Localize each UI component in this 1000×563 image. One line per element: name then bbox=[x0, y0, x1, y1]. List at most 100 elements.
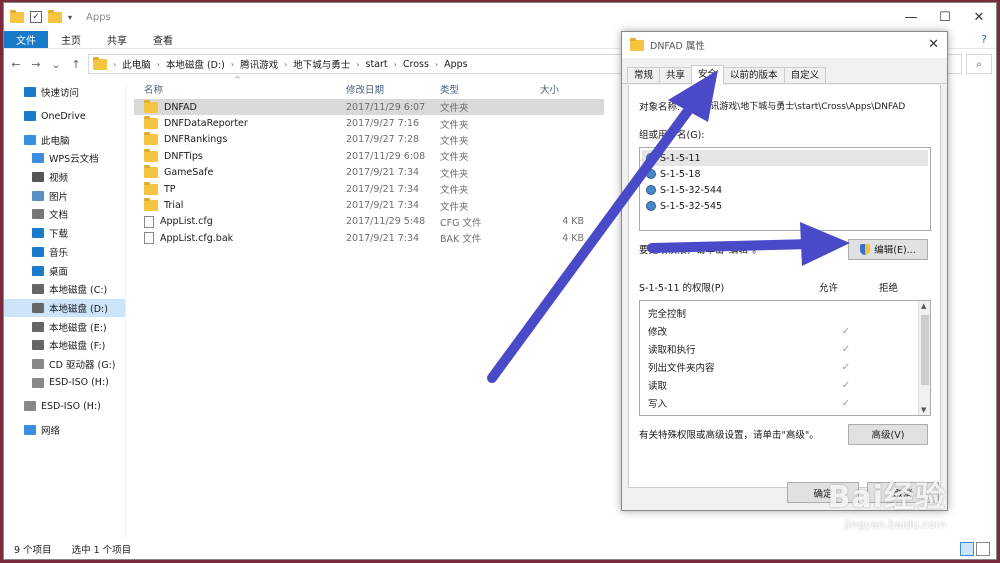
dialog-tab[interactable]: 以前的版本 bbox=[723, 67, 785, 83]
user-group-icon bbox=[646, 153, 656, 163]
nav-item[interactable]: 此电脑 bbox=[4, 130, 125, 149]
desktop-icon bbox=[32, 265, 44, 276]
dialog-tab[interactable]: 安全 bbox=[691, 65, 725, 84]
ribbon-tab-file[interactable]: 文件 bbox=[4, 31, 48, 48]
file-type: BAK 文件 bbox=[440, 234, 482, 246]
nav-item[interactable]: CD 驱动器 (G:) bbox=[4, 355, 125, 374]
ribbon-tab-view[interactable]: 查看 bbox=[140, 31, 186, 48]
file-date: 2017/11/29 5:48 bbox=[346, 216, 426, 228]
usb-drive-icon bbox=[24, 401, 36, 412]
dialog-tab[interactable]: 常规 bbox=[627, 67, 661, 83]
nav-item[interactable]: 本地磁盘 (E:) bbox=[4, 317, 125, 336]
maximize-icon[interactable]: ☐ bbox=[928, 3, 962, 31]
dialog-close-icon[interactable]: ✕ bbox=[928, 37, 939, 52]
file-type: 文件夹 bbox=[440, 185, 469, 197]
file-row[interactable]: DNFRankings 2017/9/27 7:28 文件夹 bbox=[134, 132, 604, 148]
quick-access-dropdown-icon[interactable]: ▾ bbox=[68, 13, 72, 22]
close-icon[interactable]: ✕ bbox=[962, 3, 996, 31]
nav-item[interactable]: 本地磁盘 (F:) bbox=[4, 336, 125, 355]
minimize-icon[interactable]: — bbox=[894, 3, 928, 31]
file-name-cell: AppList.cfg.bak bbox=[134, 232, 346, 245]
file-name: DNFDataReporter bbox=[164, 118, 248, 130]
nav-item[interactable]: OneDrive bbox=[4, 107, 125, 126]
column-type[interactable]: 类型 bbox=[440, 82, 532, 96]
forward-icon[interactable]: → bbox=[28, 58, 44, 71]
nav-item-label: 文档 bbox=[49, 210, 69, 222]
nav-item[interactable]: 网络 bbox=[4, 421, 125, 440]
scroll-down-icon[interactable]: ▼ bbox=[921, 406, 926, 414]
file-row[interactable]: Trial 2017/9/21 7:34 文件夹 bbox=[134, 197, 604, 213]
permission-row: 完全控制 bbox=[640, 304, 930, 322]
user-name: S-1-5-32-544 bbox=[660, 184, 723, 196]
large-icons-view-icon[interactable] bbox=[976, 542, 990, 556]
nav-item-label: 下载 bbox=[49, 229, 69, 241]
nav-item[interactable]: ESD-ISO (H:) bbox=[4, 373, 125, 392]
file-row[interactable]: AppList.cfg 2017/11/29 5:48 CFG 文件 4 KB bbox=[134, 214, 604, 230]
file-row[interactable]: DNFAD 2017/11/29 6:07 文件夹 bbox=[134, 99, 604, 116]
nav-item[interactable]: 文档 bbox=[4, 205, 125, 224]
drive-icon bbox=[32, 321, 44, 332]
nav-item[interactable]: 快速访问 bbox=[4, 83, 125, 102]
help-icon[interactable]: ? bbox=[972, 31, 996, 48]
search-icon[interactable]: ⌕ bbox=[966, 54, 992, 74]
ribbon-tab-share[interactable]: 共享 bbox=[94, 31, 140, 48]
scroll-thumb[interactable] bbox=[921, 315, 929, 385]
file-row[interactable]: GameSafe 2017/9/21 7:34 文件夹 bbox=[134, 165, 604, 181]
file-row[interactable]: AppList.cfg.bak 2017/9/21 7:34 BAK 文件 4 KB bbox=[134, 230, 604, 246]
user-row[interactable]: S-1-5-11 bbox=[642, 150, 928, 166]
breadcrumb-separator-icon[interactable]: › bbox=[284, 60, 287, 69]
nav-item[interactable]: ESD-ISO (H:) bbox=[4, 397, 125, 416]
breadcrumb-separator-icon[interactable]: › bbox=[113, 60, 116, 69]
dialog-tab[interactable]: 共享 bbox=[659, 67, 693, 83]
column-date[interactable]: 修改日期 bbox=[346, 82, 440, 96]
breadcrumb-item[interactable]: 本地磁盘 (D:) bbox=[166, 57, 225, 71]
up-icon[interactable]: ↑ bbox=[68, 58, 84, 71]
breadcrumb-item[interactable]: start bbox=[366, 59, 388, 70]
dialog-title-bar: DNFAD 属性 ✕ bbox=[622, 32, 947, 58]
object-name-label: 对象名称: bbox=[639, 102, 681, 113]
nav-item[interactable]: 下载 bbox=[4, 224, 125, 243]
file-row[interactable]: TP 2017/9/21 7:34 文件夹 bbox=[134, 181, 604, 197]
breadcrumb-item[interactable]: Apps bbox=[444, 59, 468, 70]
breadcrumb-separator-icon[interactable]: › bbox=[157, 60, 160, 69]
ribbon-tab-home[interactable]: 主页 bbox=[48, 31, 94, 48]
breadcrumb-separator-icon[interactable]: › bbox=[356, 60, 359, 69]
user-row[interactable]: S-1-5-32-544 bbox=[642, 182, 928, 198]
details-view-icon[interactable] bbox=[960, 542, 974, 556]
properties-quick-icon[interactable]: ✓ bbox=[30, 11, 42, 23]
dialog-title: DNFAD 属性 bbox=[650, 41, 705, 52]
column-name[interactable]: 名称 bbox=[134, 82, 346, 96]
column-size[interactable]: 大小 bbox=[532, 82, 584, 96]
breadcrumb-item[interactable]: 腾讯游戏 bbox=[240, 57, 278, 71]
edit-button[interactable]: 编辑(E)... bbox=[848, 238, 928, 260]
breadcrumb-separator-icon[interactable]: › bbox=[435, 60, 438, 69]
nav-item[interactable]: 图片 bbox=[4, 186, 125, 205]
breadcrumb-item[interactable]: 地下城与勇士 bbox=[293, 57, 350, 71]
breadcrumb-separator-icon[interactable]: › bbox=[394, 60, 397, 69]
user-row[interactable]: S-1-5-18 bbox=[642, 166, 928, 182]
file-name-cell: DNFDataReporter bbox=[134, 116, 346, 130]
permissions-scrollbar[interactable]: ▲ ▼ bbox=[918, 301, 930, 415]
nav-item[interactable]: 视频 bbox=[4, 168, 125, 187]
file-row[interactable]: DNFDataReporter 2017/9/27 7:16 文件夹 bbox=[134, 115, 604, 131]
breadcrumb-separator-icon[interactable]: › bbox=[231, 60, 234, 69]
recent-dropdown-icon[interactable]: ⌄ bbox=[48, 58, 64, 71]
permission-name: 读取和执行 bbox=[648, 345, 696, 356]
file-row[interactable]: DNFTips 2017/11/29 6:08 文件夹 bbox=[134, 148, 604, 164]
breadcrumb-item[interactable]: Cross bbox=[403, 59, 429, 70]
new-folder-icon[interactable] bbox=[48, 9, 62, 23]
nav-item[interactable]: 桌面 bbox=[4, 261, 125, 280]
nav-item[interactable]: 本地磁盘 (C:) bbox=[4, 280, 125, 299]
back-icon[interactable]: ← bbox=[8, 58, 24, 71]
nav-item[interactable]: 音乐 bbox=[4, 243, 125, 262]
permission-name: 完全控制 bbox=[648, 309, 687, 320]
breadcrumb-item[interactable]: 此电脑 bbox=[122, 57, 151, 71]
dialog-tab[interactable]: 自定义 bbox=[783, 67, 827, 83]
file-date: 2017/9/21 7:34 bbox=[346, 183, 420, 195]
nav-item[interactable]: WPS云文档 bbox=[4, 149, 125, 168]
folder-icon bbox=[144, 148, 158, 162]
advanced-button[interactable]: 高级(V) bbox=[848, 423, 928, 445]
nav-item[interactable]: 本地磁盘 (D:) bbox=[4, 298, 125, 318]
scroll-up-icon[interactable]: ▲ bbox=[921, 302, 926, 310]
user-row[interactable]: S-1-5-32-545 bbox=[642, 198, 928, 214]
